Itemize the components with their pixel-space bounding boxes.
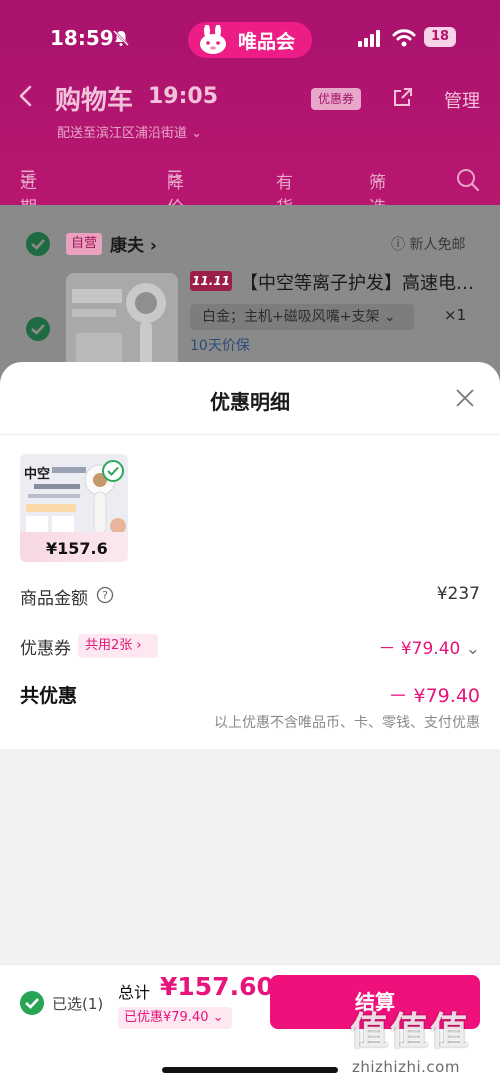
- help-icon[interactable]: ?: [96, 586, 114, 604]
- title-time: 19:05: [148, 84, 219, 109]
- discount-note: 以上优惠不含唯品币、卡、零钱、支付优惠: [214, 715, 480, 731]
- total-discount-value: － ¥79.40: [388, 685, 480, 707]
- wifi-icon: [392, 29, 416, 47]
- promo-1111-tag: 11.11: [190, 271, 232, 291]
- goods-amount-label: 商品金额: [20, 589, 88, 609]
- shop-name-text: 康夫: [110, 236, 144, 256]
- share-icon[interactable]: [392, 86, 414, 108]
- goods-amount-value: ¥237: [436, 584, 480, 604]
- shop-row: 自营 康夫 › ⓘ 新人免邮: [0, 231, 500, 257]
- cart-header: 18:59 唯品会 18 购物车 19:05 优惠券 管理 配送至滨江区浦沿街道…: [0, 0, 500, 268]
- select-all-check-icon[interactable]: [20, 991, 44, 1015]
- price-protect-tag: 10天价保: [190, 338, 250, 354]
- card-price: ¥157.6: [46, 539, 108, 558]
- cart-list: 自营 康夫 › ⓘ 新人免邮 11.11 【中空等离子护发】高速电… 白金；主机…: [0, 205, 500, 385]
- manage-button[interactable]: 管理: [444, 87, 480, 113]
- product-spec-text: 白金；主机+磁吸风嘴+支架: [202, 309, 380, 325]
- delivery-address[interactable]: 配送至滨江区浦沿街道 ⌄: [57, 122, 202, 141]
- svg-text:中空: 中空: [24, 466, 50, 482]
- cellular-signal-icon: [358, 30, 380, 47]
- search-icon[interactable]: [456, 168, 480, 192]
- title-bar: 购物车 19:05 优惠券 管理: [0, 78, 500, 118]
- chevron-down-icon: ⌄: [191, 126, 203, 141]
- svg-text:?: ?: [102, 589, 108, 602]
- filter-price-drop[interactable]: 降价 ☰: [167, 168, 184, 218]
- rabbit-logo-icon: [200, 25, 226, 54]
- card-check-icon: [102, 460, 124, 482]
- product-title[interactable]: 【中空等离子护发】高速电…: [240, 269, 474, 295]
- selected-count: 已选(1): [52, 995, 104, 1013]
- chevron-down-icon: ⌄: [212, 1010, 224, 1025]
- product-quantity: ×1: [444, 306, 467, 324]
- coupon-label: 优惠券: [20, 639, 71, 659]
- battery-level: 18: [424, 27, 456, 47]
- home-indicator: [162, 1067, 338, 1073]
- filter-screen[interactable]: 筛选 ⌄: [369, 168, 386, 218]
- coupon-count-chip[interactable]: 共用2张 ›: [78, 634, 158, 658]
- item-check-icon[interactable]: [26, 317, 50, 341]
- chevron-right-icon: ›: [136, 638, 142, 653]
- shop-check-icon[interactable]: [26, 232, 50, 256]
- page-title: 购物车: [55, 86, 134, 116]
- selected-product-card[interactable]: 中空 ¥157.6: [20, 454, 128, 562]
- saved-amount-chip[interactable]: 已优惠¥79.40 ⌄: [118, 1007, 232, 1029]
- sheet-title: 优惠明细: [210, 390, 290, 414]
- close-icon[interactable]: [454, 387, 476, 409]
- total-discount-label: 共优惠: [20, 685, 78, 707]
- status-time: 18:59: [50, 26, 114, 50]
- app-pill-label: 唯品会: [238, 30, 296, 53]
- watermark-url: zhizhizhi.com: [352, 1058, 460, 1076]
- status-bar: 18:59 唯品会 18: [0, 22, 500, 58]
- filter-bar: 近期加购 ☰ 降价 ☰ 有货 筛选 ⌄: [0, 168, 500, 268]
- watermark-logo: 值值值: [350, 1009, 471, 1053]
- free-shipping-text: 新人免邮: [409, 237, 466, 253]
- coupon-button[interactable]: 优惠券: [311, 88, 361, 110]
- back-arrow-icon[interactable]: [16, 84, 36, 108]
- discount-detail-sheet: 优惠明细 中空 ¥157.6 商品金额 ? ¥237 优惠券 共用2张 › － …: [0, 362, 500, 749]
- mute-bell-icon: [113, 30, 129, 46]
- vip-app-pill[interactable]: 唯品会: [188, 22, 312, 58]
- self-operated-tag: 自营: [66, 233, 102, 255]
- free-shipping-label: ⓘ 新人免邮: [391, 237, 466, 253]
- total-label: 总计: [118, 983, 151, 1002]
- product-spec-select[interactable]: 白金；主机+磁吸风嘴+支架 ⌄: [190, 304, 414, 330]
- total-price: ¥157.60: [160, 972, 274, 1001]
- address-text: 配送至滨江区浦沿街道: [57, 126, 188, 141]
- filter-recent[interactable]: 近期加购 ☰: [20, 168, 37, 268]
- coupon-value[interactable]: － ¥79.40 ⌄: [378, 634, 480, 659]
- shop-name[interactable]: 康夫 ›: [110, 231, 157, 256]
- chevron-down-icon: ⌄: [383, 309, 396, 325]
- card-price-badge: ¥157.6: [20, 532, 128, 562]
- saved-amount-text: 已优惠¥79.40: [124, 1010, 209, 1025]
- coupon-value-text: － ¥79.40: [378, 639, 461, 659]
- coupon-count-text: 共用2张: [85, 638, 133, 653]
- chevron-down-icon: ⌄: [465, 639, 480, 659]
- divider: [0, 434, 500, 435]
